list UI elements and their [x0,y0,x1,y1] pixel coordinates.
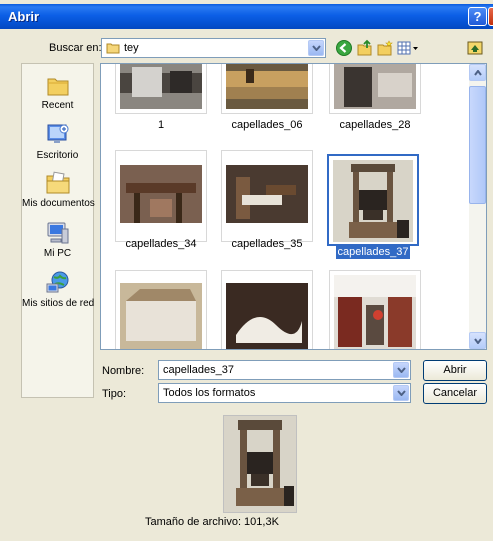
file-name[interactable]: 1 [106,119,216,131]
chevron-down-icon[interactable] [393,385,409,401]
back-icon[interactable] [335,39,353,57]
places-bar: Recent Escritorio Mis documentos Mi PC M… [21,63,95,398]
photo-thumbnail-icon [226,64,308,109]
file-name[interactable]: capellades_28 [320,119,430,131]
file-name[interactable]: capellades_34 [106,238,216,250]
place-my-documents[interactable]: Mis documentos [22,170,95,209]
file-name-selected[interactable]: capellades_37 [318,245,428,259]
desktop-icon [47,124,68,143]
file-name[interactable]: capellades_35 [212,238,322,250]
place-my-computer[interactable]: Mi PC [22,220,93,259]
title-bar[interactable]: Abrir ? × [0,4,493,29]
vertical-scrollbar[interactable] [469,64,486,349]
file-thumbnail[interactable] [329,64,421,114]
place-label-documents: Mis documentos [22,198,95,209]
views-menu-icon[interactable] [396,39,420,57]
photo-thumbnail-icon [334,275,416,349]
file-thumbnail[interactable] [115,150,207,242]
help-button[interactable]: ? [468,7,487,26]
photo-thumbnail-icon [226,275,308,349]
open-dialog: Abrir ? × Buscar en: tey [0,0,493,541]
cancel-button[interactable]: Cancelar [423,383,487,404]
chevron-up-icon [474,70,482,76]
photo-thumbnail-icon [226,155,308,237]
chevron-down-icon[interactable] [393,362,409,378]
network-globe-icon [46,271,68,293]
place-recent[interactable]: Recent [22,74,93,111]
photo-thumbnail-icon [120,275,202,349]
chevron-down-icon [474,338,482,344]
place-label-recent: Recent [41,100,74,111]
filename-input[interactable]: capellades_37 [158,360,411,380]
file-thumbnail[interactable] [221,64,313,114]
file-thumbnail[interactable] [221,270,313,349]
filetype-label: Tipo: [102,388,127,400]
new-folder-icon[interactable] [376,39,394,57]
place-label-computer: Mi PC [43,248,72,259]
photo-thumbnail-icon [333,160,413,242]
photo-thumbnail-icon [334,64,416,109]
window-title: Abrir [8,9,40,24]
file-thumbnail-selected[interactable] [327,154,419,246]
scroll-thumb[interactable] [469,86,486,204]
file-thumbnail[interactable] [115,64,207,114]
scroll-down-button[interactable] [469,332,486,349]
scroll-up-button[interactable] [469,64,486,81]
lookin-dropdown[interactable]: tey [101,38,326,58]
documents-folder-icon [46,171,69,194]
place-network[interactable]: Mis sitios de red [22,270,95,309]
lookin-label: Buscar en: [49,42,102,54]
file-name[interactable]: capellades_06 [212,119,322,131]
file-thumbnail[interactable] [115,270,207,349]
up-folder-icon[interactable] [356,39,374,57]
open-button[interactable]: Abrir [423,360,487,381]
folder-icon [106,43,120,54]
place-label-network: Mis sitios de red [22,298,95,309]
lookin-value: tey [124,42,139,54]
filetype-value: Todos los formatos [163,387,256,399]
place-desktop[interactable]: Escritorio [22,122,93,161]
filename-label: Nombre: [102,365,145,377]
place-label-desktop: Escritorio [36,150,79,161]
desktop-toggle-icon[interactable] [466,39,484,57]
chevron-down-icon[interactable] [308,40,324,56]
filetype-select[interactable]: Todos los formatos [158,383,411,403]
recent-folder-icon [47,78,68,96]
file-thumbnail[interactable] [221,150,313,242]
file-thumbnail[interactable] [329,270,421,349]
computer-icon [47,222,68,244]
photo-thumbnail-icon [120,155,202,237]
image-preview [223,415,297,513]
preview-image [224,416,296,512]
photo-thumbnail-icon [120,64,202,109]
file-list[interactable]: 1 capellades_06 capellades_28 capellades… [100,63,487,350]
file-size-text: Tamaño de archivo: 101,3K [145,516,279,528]
filename-value: capellades_37 [163,364,234,376]
close-button[interactable]: × [488,7,493,26]
